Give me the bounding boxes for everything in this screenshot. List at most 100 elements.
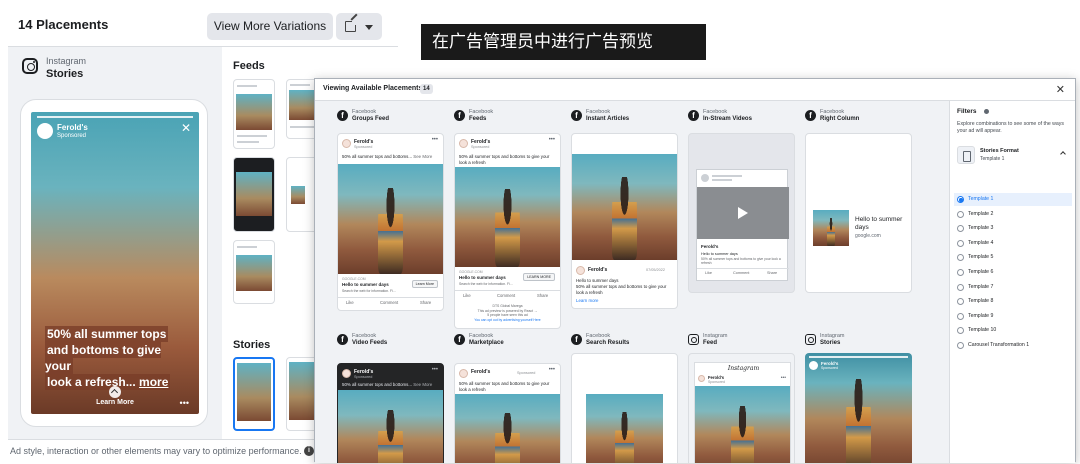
- video-player[interactable]: [697, 187, 789, 239]
- placement-header-in-stream-videos: f Facebook In-Stream Videos: [688, 109, 798, 129]
- more-options-icon[interactable]: •••: [432, 367, 438, 373]
- ad-preview-groups-feed[interactable]: Ferold's Sponsored ••• 50% all summer to…: [337, 133, 444, 311]
- ad-preview-right-column[interactable]: Hello to summer days google.com: [805, 133, 912, 293]
- ad-primary-text: 50% all summer tops and bottoms... See M…: [342, 382, 439, 388]
- learn-more-button[interactable]: Learn More: [411, 280, 438, 288]
- learn-more-link[interactable]: Learn more: [576, 298, 673, 304]
- radio-button[interactable]: [957, 283, 964, 291]
- story-thumbnail-selected[interactable]: [233, 357, 275, 431]
- story-progress-bar: [809, 356, 908, 358]
- placement-header-instant-articles: f Facebook Instant Articles: [571, 109, 681, 129]
- action-bar: Like Comment Share: [338, 297, 443, 307]
- caret-down-icon: [365, 25, 373, 30]
- ad-preview-instant-articles[interactable]: Ferold's 07/05/2022 Hello to summer days…: [571, 133, 678, 309]
- more-link[interactable]: more: [139, 375, 168, 389]
- ad-preview-video-feeds[interactable]: Ferold's Sponsored ••• 50% all summer to…: [337, 363, 444, 463]
- template-option[interactable]: Template 5: [954, 251, 1072, 264]
- avatar: [701, 174, 709, 182]
- share-button[interactable]: Share: [767, 271, 777, 275]
- placement-name: Marketplace: [469, 340, 504, 346]
- like-button[interactable]: Like: [705, 271, 712, 275]
- learn-more-button[interactable]: Learn More: [31, 399, 199, 406]
- comment-button[interactable]: Comment: [380, 300, 398, 305]
- radio-button[interactable]: [957, 342, 964, 349]
- story-headline-line: 50% all summer tops: [45, 326, 169, 342]
- avatar: [459, 139, 468, 148]
- template-option-label: Template 9: [968, 312, 994, 319]
- story-headline: 50% all summer tops and bottoms to give …: [45, 326, 185, 390]
- more-options-icon[interactable]: •••: [549, 137, 555, 143]
- radio-button[interactable]: [957, 210, 964, 218]
- comment-button[interactable]: Comment: [497, 293, 515, 298]
- view-more-variations-button[interactable]: View More Variations: [207, 13, 333, 40]
- ad-preview-instagram-feed[interactable]: Instagram Ferold's Sponsored •••: [688, 353, 795, 463]
- placement-count-badge: 14: [420, 84, 433, 94]
- ad-preview-feeds[interactable]: Ferold's Sponsored ••• 50% all summer to…: [454, 133, 561, 329]
- info-icon[interactable]: [984, 109, 989, 114]
- radio-button[interactable]: [957, 254, 964, 262]
- radio-button[interactable]: [957, 239, 964, 247]
- story-ad-preview[interactable]: Ferold's Sponsored ✕ 50% all summer tops…: [31, 112, 199, 414]
- ad-primary-text: 50% all summer tops and bottoms to give …: [459, 381, 550, 392]
- feed-thumbnail[interactable]: [233, 79, 275, 149]
- more-options-icon[interactable]: •••: [781, 375, 786, 381]
- info-icon[interactable]: i: [304, 446, 314, 456]
- template-option[interactable]: Carousel Transformation 1: [954, 339, 1072, 352]
- like-button[interactable]: Like: [346, 300, 354, 305]
- template-option[interactable]: Template 2: [954, 208, 1072, 221]
- share-button[interactable]: Share: [537, 293, 548, 298]
- sponsored-label: Sponsored: [821, 366, 838, 370]
- more-options-icon[interactable]: •••: [432, 137, 438, 143]
- modal-title: Viewing Available Placements: [323, 85, 423, 92]
- feed-thumbnail[interactable]: [233, 240, 275, 304]
- play-icon[interactable]: [738, 207, 748, 219]
- template-option[interactable]: Template 4: [954, 237, 1072, 250]
- close-icon[interactable]: ✕: [181, 121, 191, 135]
- see-more-link[interactable]: See More: [413, 382, 432, 387]
- template-option-label: Template 5: [968, 254, 994, 261]
- radio-button[interactable]: [957, 225, 964, 233]
- see-more-link[interactable]: See More: [413, 154, 432, 159]
- template-option[interactable]: Template 7: [954, 281, 1072, 294]
- radio-button[interactable]: [957, 312, 964, 320]
- facebook-icon: f: [337, 110, 348, 121]
- chevron-up-icon[interactable]: [1060, 151, 1066, 157]
- placement-header-video-feeds: f Facebook Video Feeds: [337, 333, 447, 353]
- placement-header-instagram-stories: Instagram Stories: [805, 333, 915, 353]
- more-options-icon[interactable]: •••: [180, 398, 189, 408]
- ad-preview-instagram-stories[interactable]: Ferold's Sponsored: [805, 353, 912, 463]
- like-button[interactable]: Like: [463, 293, 471, 298]
- chevron-up-icon[interactable]: [109, 386, 121, 398]
- placement-name: Right Column: [820, 116, 860, 122]
- ad-preview-marketplace[interactable]: Ferold's Sponsored ••• 50% all summer to…: [454, 363, 561, 463]
- template-option-label: Template 2: [968, 210, 994, 217]
- link-headline: Hello to summer days: [459, 275, 506, 280]
- share-button[interactable]: Share: [420, 300, 431, 305]
- template-option[interactable]: Template 6: [954, 266, 1072, 279]
- radio-button[interactable]: [957, 298, 964, 306]
- ad-preview-search-results[interactable]: [571, 353, 678, 463]
- filters-description: Explore combinations to see some of the …: [957, 121, 1064, 134]
- template-option[interactable]: Template 10: [954, 324, 1072, 337]
- comment-button[interactable]: Comment: [733, 271, 749, 275]
- placement-name: Instant Articles: [586, 116, 630, 122]
- radio-button[interactable]: [957, 196, 964, 203]
- close-icon[interactable]: ✕: [1056, 83, 1065, 96]
- template-option[interactable]: Template 8: [954, 295, 1072, 308]
- radio-button[interactable]: [957, 327, 964, 335]
- template-option-label: Template 1: [968, 196, 994, 202]
- template-option[interactable]: Template 1: [954, 193, 1072, 206]
- footnote-line: 5 people have seen this ad: [487, 313, 528, 317]
- footnote-line[interactable]: You can opt out by advertising yourself …: [474, 318, 540, 322]
- learn-more-button[interactable]: LEARN MORE: [523, 273, 555, 281]
- date-label: 07/05/2022: [646, 268, 666, 272]
- ad-image: [695, 386, 790, 463]
- placement-name: Stories: [820, 340, 841, 346]
- more-options-icon[interactable]: •••: [549, 367, 555, 373]
- template-option[interactable]: Template 9: [954, 310, 1072, 323]
- ad-preview-in-stream-videos[interactable]: Ferold's Hello to summer days 50% all su…: [688, 133, 795, 293]
- share-dropdown-button[interactable]: [336, 13, 382, 40]
- feed-thumbnail[interactable]: [233, 157, 275, 232]
- radio-button[interactable]: [957, 269, 964, 276]
- template-option[interactable]: Template 3: [954, 222, 1072, 235]
